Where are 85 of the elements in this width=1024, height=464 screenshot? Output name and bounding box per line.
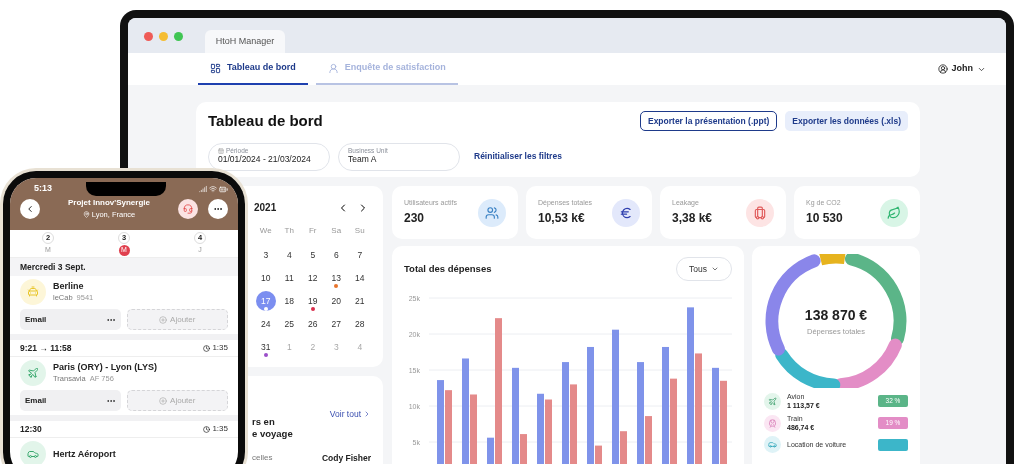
calendar-day[interactable]: 28: [349, 314, 370, 334]
clock-icon: [203, 344, 211, 352]
see-all-link[interactable]: Voir tout: [329, 408, 371, 421]
donut-total: 138 870 €: [804, 305, 868, 325]
user-icon: [937, 64, 948, 74]
support-button[interactable]: [178, 198, 198, 219]
calendar-day[interactable]: 3: [255, 245, 276, 265]
calendar-day[interactable]: 27: [326, 314, 347, 334]
stat-value: 10 530: [806, 209, 843, 227]
card-title: rs en: [252, 416, 276, 428]
headset-icon: [183, 203, 193, 214]
train-icon: [764, 414, 781, 432]
user-menu[interactable]: John: [937, 53, 986, 85]
duration: 1:35: [212, 342, 228, 354]
calendar-day[interactable]: 12: [302, 268, 323, 288]
calendar-day[interactable]: 18: [279, 291, 300, 311]
calendar-day[interactable]: 10: [255, 268, 276, 288]
trip-title: Projet Innov'Synergie: [68, 197, 150, 209]
calendar-day[interactable]: 6: [326, 245, 347, 265]
email-button[interactable]: Email: [20, 309, 121, 330]
dashboard-icon: [210, 62, 221, 74]
table-cell: Cody Fisher: [321, 452, 371, 464]
calendar-day[interactable]: 19: [302, 291, 323, 311]
plane-icon: [764, 392, 781, 410]
export-button[interactable]: Exporter les données (.xls): [785, 111, 908, 132]
calendar-day[interactable]: 5: [302, 245, 323, 265]
segment-title: Paris (ORY) - Lyon (LYS): [53, 361, 157, 374]
calendar-day[interactable]: 21: [349, 291, 370, 311]
duration: 1:35: [212, 423, 228, 435]
chevron-down-icon: [711, 265, 719, 273]
weekday-label: We: [258, 225, 273, 237]
leaf-icon: [880, 198, 908, 227]
luggage-icon: [746, 198, 774, 227]
user-icon: [327, 62, 339, 74]
calendar-day[interactable]: 24: [255, 314, 276, 334]
window-tab[interactable]: HtoH Manager: [205, 30, 285, 53]
table-cell: celles: [252, 452, 273, 464]
reset-filters-link[interactable]: Réinitialiser les filtres: [474, 150, 562, 163]
weekday-label: Sa: [330, 225, 343, 237]
car-icon: [764, 436, 781, 453]
more-button[interactable]: [208, 198, 228, 219]
taxi-icon: [20, 279, 46, 305]
chevron-right-icon: [363, 410, 371, 419]
clock-icon: [203, 425, 211, 433]
card-title: e voyage: [252, 428, 293, 440]
calendar-day[interactable]: 7: [349, 245, 370, 265]
calendar-day[interactable]: 13: [326, 268, 347, 288]
back-icon: [25, 203, 35, 214]
stat-value: 10,53 k€: [538, 209, 586, 227]
calendar-day[interactable]: 4: [279, 245, 300, 265]
export-button[interactable]: Exporter la présentation (.ppt): [639, 111, 778, 132]
status-icons: [199, 184, 228, 194]
weekday-label: Su: [353, 225, 366, 237]
date-header: Mercredi 3 Sept.: [10, 258, 238, 276]
calendar-year: 2021: [254, 201, 277, 215]
users-icon: [478, 198, 506, 227]
calendar-day[interactable]: 31: [255, 337, 276, 357]
time-range: 9:21 → 11:58: [20, 341, 72, 355]
stat-value: 230: [404, 209, 426, 227]
location-pin-icon: [82, 211, 90, 219]
back-button[interactable]: [20, 198, 40, 219]
car-icon: [20, 441, 46, 464]
euro-icon: [612, 198, 640, 227]
weekday-label: Fr: [307, 225, 318, 237]
calendar-icon: [218, 148, 224, 155]
chart-title: Total des dépenses: [404, 261, 492, 276]
calendar-day[interactable]: 11: [279, 268, 300, 288]
segment-title: Berline: [53, 280, 85, 293]
field-value: 01/01/2024 - 21/03/2024: [218, 154, 312, 166]
calendar-day[interactable]: 20: [326, 291, 347, 311]
nav-tab[interactable]: Tableau de bord: [198, 53, 308, 85]
field-value: Team A: [348, 154, 378, 166]
calendar-day[interactable]: 26: [302, 314, 323, 334]
email-button[interactable]: Email: [20, 390, 121, 411]
stat-value: 3,38 k€: [672, 209, 713, 227]
segment-title: Hertz Aéroport: [53, 448, 116, 460]
calendar-day[interactable]: 14: [349, 268, 370, 288]
status-time: 5:13: [33, 182, 52, 196]
time-range: 12:30: [20, 422, 42, 436]
page-title: Tableau de bord: [208, 111, 323, 131]
plus-icon: [159, 315, 168, 324]
calendar-day[interactable]: 25: [279, 314, 300, 334]
plane-icon: [20, 360, 46, 386]
weekday-label: Th: [283, 225, 295, 237]
plus-icon: [159, 396, 168, 405]
